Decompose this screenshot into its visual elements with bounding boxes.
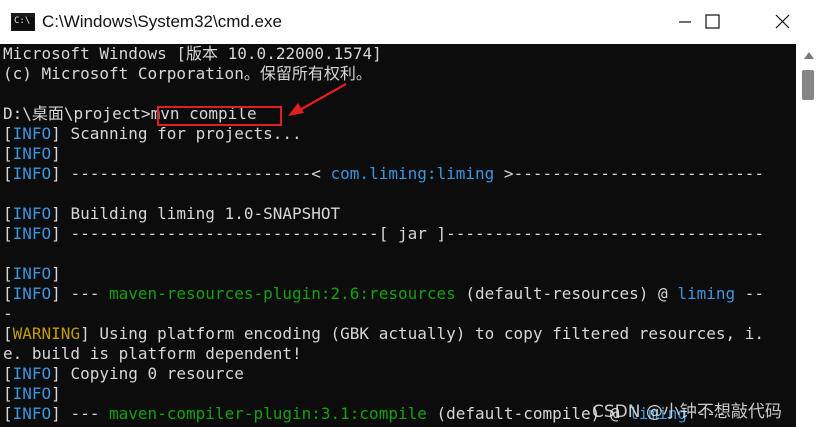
arrow-pointer-icon <box>288 83 347 116</box>
console-text-segment: [ <box>3 404 13 423</box>
console-text-segment: [ <box>3 124 13 143</box>
maximize-icon <box>705 14 720 29</box>
console-text-segment: [ <box>3 384 13 403</box>
console-line: [INFO] <box>3 384 796 404</box>
console-text-segment: ] --- <box>51 284 109 303</box>
title-bar[interactable]: C:\ C:\Windows\System32\cmd.exe <box>0 0 820 44</box>
console-text-segment: [ <box>3 324 13 343</box>
console-text-segment: [ <box>3 264 13 283</box>
console-text-segment: ] Building liming 1.0-SNAPSHOT <box>51 204 341 223</box>
console-line: [INFO] --------------------------------[… <box>3 224 796 244</box>
console-text-segment: [ <box>3 204 13 223</box>
close-button[interactable] <box>752 0 820 44</box>
console-line: [WARNING] Using platform encoding (GBK a… <box>3 324 796 344</box>
console-text-segment: >-------------------------- <box>494 164 765 183</box>
console-text-segment: Microsoft Windows [版本 10.0.22000.1574] <box>3 44 382 63</box>
cmd-prompt-icon: C:\ <box>11 13 35 31</box>
console-text-segment: maven-compiler-plugin:3.1:compile <box>108 404 427 423</box>
console-text-segment: INFO <box>12 204 52 223</box>
console-text-segment: INFO <box>12 124 52 143</box>
console-line: Microsoft Windows [版本 10.0.22000.1574] <box>3 44 796 64</box>
console-line: [INFO] <box>3 264 796 284</box>
console-line: [INFO] --- maven-resources-plugin:2.6:re… <box>3 284 796 304</box>
console-line: e. build is platform dependent! <box>3 344 796 364</box>
console-line: [INFO] <box>3 144 796 164</box>
cmd-window: C:\ C:\Windows\System32\cmd.exe Microsof… <box>0 0 820 427</box>
console-text-segment: - <box>3 304 13 323</box>
console-text-segment: INFO <box>12 404 52 423</box>
console-text-segment: com.liming:liming <box>330 164 495 183</box>
console-line: [INFO] Scanning for projects... <box>3 124 796 144</box>
maximize-button[interactable] <box>683 0 741 44</box>
console-text-segment: (default-resources) @ <box>455 284 678 303</box>
console-line: [INFO] -------------------------< com.li… <box>3 164 796 184</box>
console-output[interactable]: Microsoft Windows [版本 10.0.22000.1574] (c… <box>0 44 796 427</box>
console-line: (c) Microsoft Corporation。保留所有权利。 <box>3 64 796 84</box>
console-text-segment: [ <box>3 284 13 303</box>
console-text-segment: -- <box>735 284 765 303</box>
console-text-segment: [ <box>3 144 13 163</box>
console-text-segment: INFO <box>12 384 52 403</box>
console-text-segment: liming <box>629 404 687 423</box>
console-text-segment: ] --- <box>51 404 109 423</box>
console-text-segment: (default-compile) @ <box>426 404 630 423</box>
console-line: [INFO] Copying 0 resource <box>3 364 796 384</box>
console-line: [INFO] --- maven-compiler-plugin:3.1:com… <box>3 404 796 424</box>
console-text-segment: --- <box>686 404 726 423</box>
console-text-segment: [ <box>3 364 13 383</box>
console-text-segment: [ <box>3 224 13 243</box>
console-text-segment: ] Scanning for projects... <box>51 124 302 143</box>
console-text-segment: D:\桌面\project> <box>3 104 151 123</box>
console-text-segment: ] -------------------------< <box>51 164 331 183</box>
console-text-segment: INFO <box>12 364 52 383</box>
console-line: - <box>3 304 796 324</box>
console-text-segment: INFO <box>12 164 52 183</box>
window-title: C:\Windows\System32\cmd.exe <box>42 12 282 31</box>
close-icon <box>775 14 790 29</box>
console-text-segment: ] --------------------------------[ jar … <box>51 224 764 243</box>
console-line: [INFO] Building liming 1.0-SNAPSHOT <box>3 204 796 224</box>
console-text-segment: maven-resources-plugin:2.6:resources <box>108 284 456 303</box>
console-text-segment: ] Using platform encoding (GBK actually)… <box>80 324 765 343</box>
console-text-segment: INFO <box>12 224 52 243</box>
console-text-segment: WARNING <box>12 324 81 343</box>
console-text-segment: ] <box>51 384 61 403</box>
console-text-segment: e. build is platform dependent! <box>3 344 302 363</box>
scroll-thumb[interactable] <box>802 70 814 100</box>
console-text-segment: liming <box>677 284 736 303</box>
console-text-segment: [ <box>3 164 13 183</box>
console-text-segment: INFO <box>12 284 52 303</box>
console-text-segment: mvn compile <box>150 104 257 123</box>
scroll-up-arrow-icon[interactable] <box>804 52 814 59</box>
console-line: D:\桌面\project>mvn compile <box>3 104 796 124</box>
vertical-scrollbar[interactable] <box>796 44 820 427</box>
console-text-segment: ] Copying 0 resource <box>51 364 244 383</box>
console-text-segment: ] <box>51 144 61 163</box>
console-text-segment: INFO <box>12 264 52 283</box>
console-text-segment: ] <box>51 264 61 283</box>
cmd-prompt-icon-glyph: C:\ <box>14 16 31 26</box>
console-text-segment: INFO <box>12 144 52 163</box>
